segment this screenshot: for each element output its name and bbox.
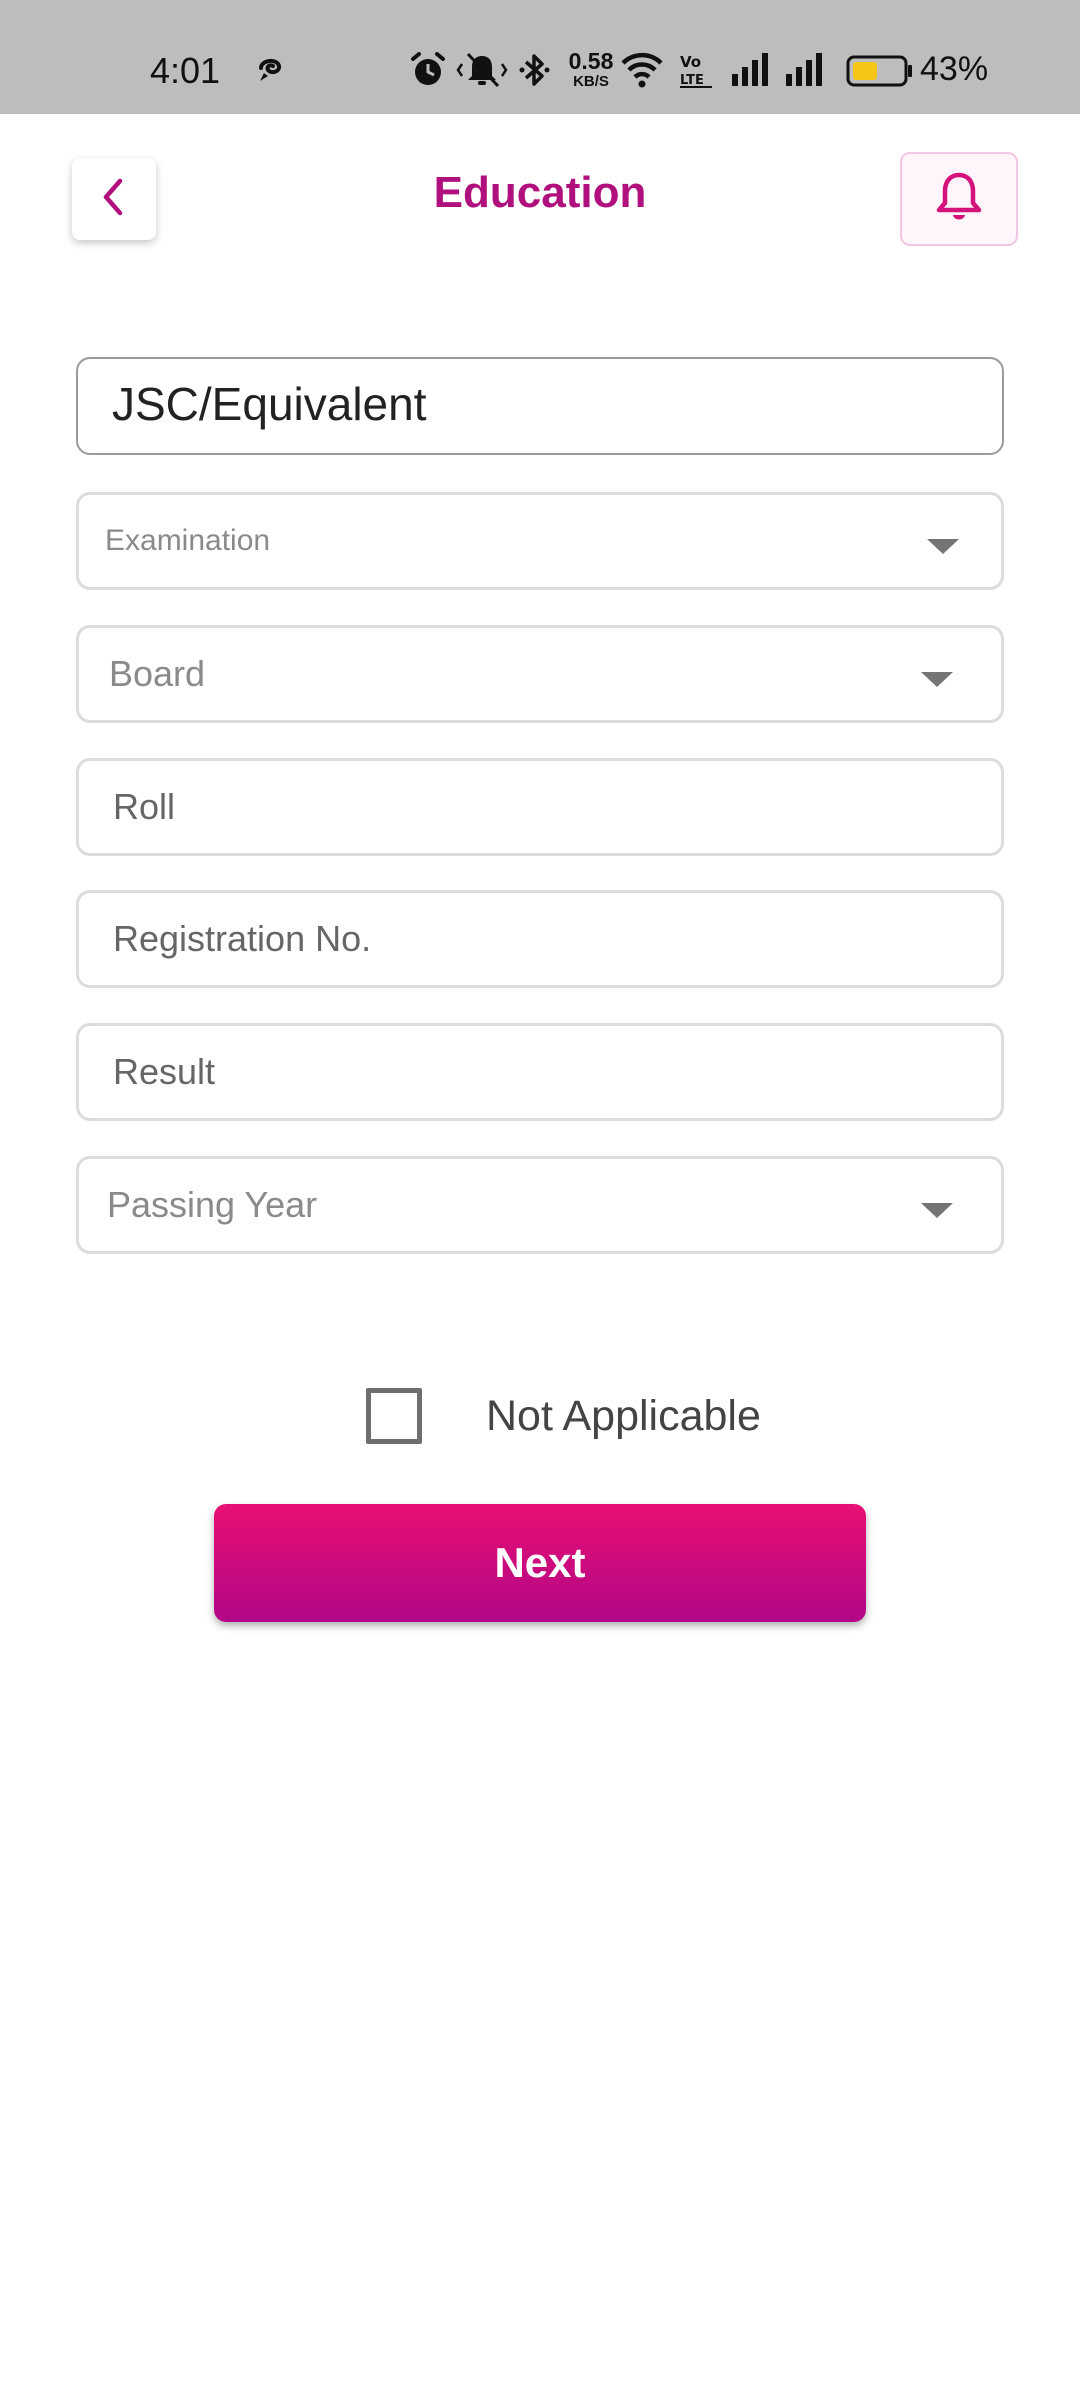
passing-year-placeholder: Passing Year xyxy=(107,1184,318,1225)
caret-down-icon xyxy=(921,672,953,687)
result-input[interactable] xyxy=(79,1026,1001,1118)
not-applicable-label: Not Applicable xyxy=(486,1391,761,1440)
bluetooth-icon xyxy=(516,50,556,95)
net-speed-value: 0.58 xyxy=(568,48,614,74)
not-applicable-checkbox[interactable] xyxy=(366,1388,422,1444)
messenger-icon xyxy=(255,54,285,89)
caret-down-icon xyxy=(927,539,959,554)
examination-placeholder: Examination xyxy=(105,524,271,557)
registration-input[interactable] xyxy=(79,893,1001,985)
notification-button[interactable] xyxy=(900,152,1018,246)
board-placeholder: Board xyxy=(109,653,206,694)
examination-select[interactable]: Examination xyxy=(76,492,1004,590)
passing-year-select[interactable]: Passing Year xyxy=(76,1156,1004,1254)
section-title-field: JSC/Equivalent xyxy=(76,357,1004,455)
battery-percent: 43% xyxy=(920,50,989,88)
svg-text:Vo: Vo xyxy=(680,53,701,71)
caret-down-icon xyxy=(921,1203,953,1218)
roll-input[interactable] xyxy=(79,761,1001,853)
status-time: 4:01 xyxy=(150,50,221,91)
bell-icon xyxy=(933,169,985,230)
status-bar: 4:01 0.58 KB/S Vo LTE 43% xyxy=(0,0,1080,114)
next-button[interactable]: Next xyxy=(214,1504,866,1622)
board-select[interactable]: Board xyxy=(76,625,1004,723)
battery-icon xyxy=(846,50,914,95)
volte-icon: Vo LTE xyxy=(678,50,714,95)
vibrate-off-icon xyxy=(456,50,508,95)
signal-icon xyxy=(730,50,774,95)
wifi-icon xyxy=(620,50,664,95)
net-speed-unit: KB/S xyxy=(573,73,609,90)
registration-field[interactable] xyxy=(76,890,1004,988)
net-speed: 0.58 KB/S xyxy=(561,48,621,90)
alarm-icon xyxy=(408,50,448,95)
not-applicable-row[interactable]: Not Applicable xyxy=(366,1386,761,1446)
roll-field[interactable] xyxy=(76,758,1004,856)
signal-icon xyxy=(784,50,828,95)
section-title: JSC/Equivalent xyxy=(112,378,427,430)
svg-text:LTE: LTE xyxy=(680,73,704,88)
result-field[interactable] xyxy=(76,1023,1004,1121)
